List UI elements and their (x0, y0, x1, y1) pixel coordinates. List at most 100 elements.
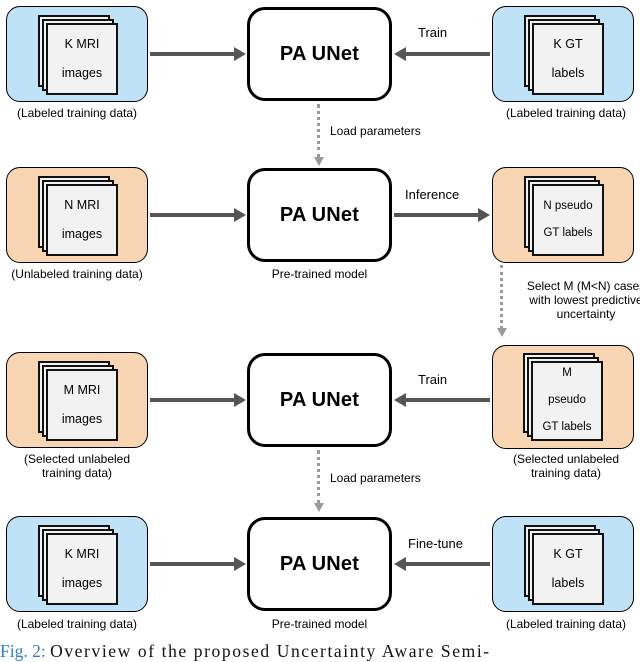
arrow-shaft (394, 213, 480, 217)
arrow-head (234, 557, 246, 571)
sheet-text-line2: pseudo (548, 394, 586, 407)
arrow-images-to-unet-row4 (150, 557, 246, 571)
dotted-line (317, 104, 320, 158)
caption-labeled-training-data-row4-right: (Labeled training data) (505, 617, 627, 631)
gt-labels-stack-row1: K GT labels (524, 15, 604, 95)
sheet-text-line2: images (61, 227, 103, 242)
pseudo-gt-stack-row3: M pseudo GT labels (523, 353, 603, 441)
arrow-labels-to-unet-row1 (394, 47, 490, 61)
arrow-shaft (150, 562, 236, 566)
arrow-head (234, 393, 246, 407)
selected-pseudo-gt-box-row3: M pseudo GT labels (492, 345, 634, 449)
arrow-images-to-unet-row2 (150, 208, 246, 222)
arrow-head (234, 208, 246, 222)
arrow-shaft (150, 398, 236, 402)
caption-pretrained-model-row2: Pre-trained model (271, 267, 368, 281)
pa-unet-box-row2: PA UNet (247, 168, 392, 262)
sheet-text-line2: images (61, 66, 103, 81)
select-m-line2: with lowest predictive (529, 293, 640, 308)
sheet-front: K MRI images (46, 23, 118, 95)
labeled-training-data-box-row4: K MRI images (6, 516, 148, 612)
arrow-label-inference-row2: Inference (405, 187, 460, 202)
pa-unet-label: PA UNet (279, 42, 360, 65)
arrow-shaft (404, 52, 490, 56)
sheet-front: M MRI images (46, 369, 118, 441)
caption-line2: training data) (41, 466, 113, 481)
caption-line1: (Selected unlabeled (23, 452, 131, 466)
mri-images-stack-row2: N MRI images (38, 176, 118, 256)
sheet-text-line3: GT labels (542, 421, 592, 434)
sheet-text-line1: K GT (553, 546, 583, 561)
sheet-text-line1: K GT (553, 36, 583, 51)
arrow-unet-to-pseudo-row2 (394, 208, 490, 222)
arrow-head (394, 47, 406, 61)
sheet-front: K GT labels (532, 23, 604, 95)
arrow-label-train-row1: Train (418, 25, 448, 40)
arrow-head (394, 393, 406, 407)
sheet-text-line2: GT labels (543, 226, 593, 239)
caption-labeled-training-data-row1-right: (Labeled training data) (505, 106, 627, 120)
sheet-text-line1: M MRI (63, 382, 101, 397)
arrow-head (234, 47, 246, 61)
mri-images-stack-row1: K MRI images (38, 15, 118, 95)
caption-pretrained-model-row4: Pre-trained model (271, 617, 368, 631)
sheet-text-line2: images (61, 412, 103, 427)
sheet-front: N pseudo GT labels (532, 184, 604, 256)
arrow-label-train-row3: Train (418, 372, 448, 387)
figure-diagram: K MRI images (Labeled training data) PA … (0, 0, 640, 662)
mri-images-stack-row3: M MRI images (38, 361, 118, 441)
dotted-arrow-head (314, 157, 324, 166)
caption-selected-unlabeled-row3-right: (Selected unlabeled training data) (492, 452, 640, 481)
arrow-shaft (150, 52, 236, 56)
labeled-gt-box-row4: K GT labels (492, 516, 634, 612)
sheet-front: M pseudo GT labels (531, 361, 603, 441)
dotted-arrow-load-parameters-1 (314, 104, 325, 166)
sheet-text-line2: images (61, 576, 103, 591)
dotted-label-load-parameters-2: Load parameters (330, 471, 421, 485)
dotted-line (317, 450, 320, 504)
select-m-line1: Select M (M<N) cases (526, 279, 640, 293)
select-m-line3: uncertainty (556, 307, 616, 322)
sheet-text-line1: N MRI (64, 197, 100, 212)
sheet-front: K GT labels (532, 533, 604, 605)
dotted-label-select-m: Select M (M<N) cases with lowest predict… (511, 279, 640, 321)
figure-caption-text: Overview of the proposed Uncertainty Awa… (50, 641, 491, 661)
dotted-arrow-load-parameters-2 (314, 450, 325, 512)
arrow-shaft (404, 398, 490, 402)
gt-labels-stack-row4: K GT labels (524, 525, 604, 605)
arrow-head (478, 208, 490, 222)
arrow-pseudo-to-unet-row3 (394, 393, 490, 407)
dotted-label-load-parameters-1: Load parameters (330, 124, 421, 138)
pa-unet-box-row3: PA UNet (247, 353, 392, 447)
selected-unlabeled-images-box-row3: M MRI images (6, 352, 148, 448)
pa-unet-label: PA UNet (279, 203, 360, 226)
sheet-front: K MRI images (46, 533, 118, 605)
caption-labeled-training-data-row4: (Labeled training data) (16, 617, 138, 631)
unlabeled-training-data-box-row2: N MRI images (6, 167, 148, 263)
caption-selected-unlabeled-row3: (Selected unlabeled training data) (6, 452, 148, 481)
arrow-labels-to-unet-row4 (394, 557, 490, 571)
labeled-training-data-box-row1: K MRI images (6, 6, 148, 102)
dotted-arrow-select-m (497, 265, 508, 337)
arrow-label-fine-tune-row4: Fine-tune (408, 536, 463, 551)
pa-unet-label: PA UNet (279, 388, 360, 411)
figure-caption-label[interactable]: Fig. 2: (0, 641, 46, 661)
sheet-text-line1: K MRI (64, 546, 100, 561)
arrow-shaft (404, 562, 490, 566)
sheet-text-line2: labels (551, 66, 585, 81)
mri-images-stack-row4: K MRI images (38, 525, 118, 605)
dotted-line (500, 265, 503, 329)
pa-unet-box-row4: PA UNet (247, 517, 392, 611)
arrow-images-to-unet-row3 (150, 393, 246, 407)
pa-unet-box-row1: PA UNet (247, 7, 392, 101)
sheet-text-line1: M (562, 367, 572, 380)
dotted-arrow-head (314, 503, 324, 512)
arrow-shaft (150, 213, 236, 217)
pa-unet-label: PA UNet (279, 552, 360, 575)
pseudo-gt-labels-box-row2: N pseudo GT labels (492, 167, 634, 263)
caption-line1: (Selected unlabeled (512, 452, 620, 466)
arrow-images-to-unet-row1 (150, 47, 246, 61)
sheet-front: N MRI images (46, 184, 118, 256)
sheet-text-line1: N pseudo (543, 199, 593, 212)
caption-unlabeled-training-data-row2: (Unlabeled training data) (11, 267, 143, 281)
